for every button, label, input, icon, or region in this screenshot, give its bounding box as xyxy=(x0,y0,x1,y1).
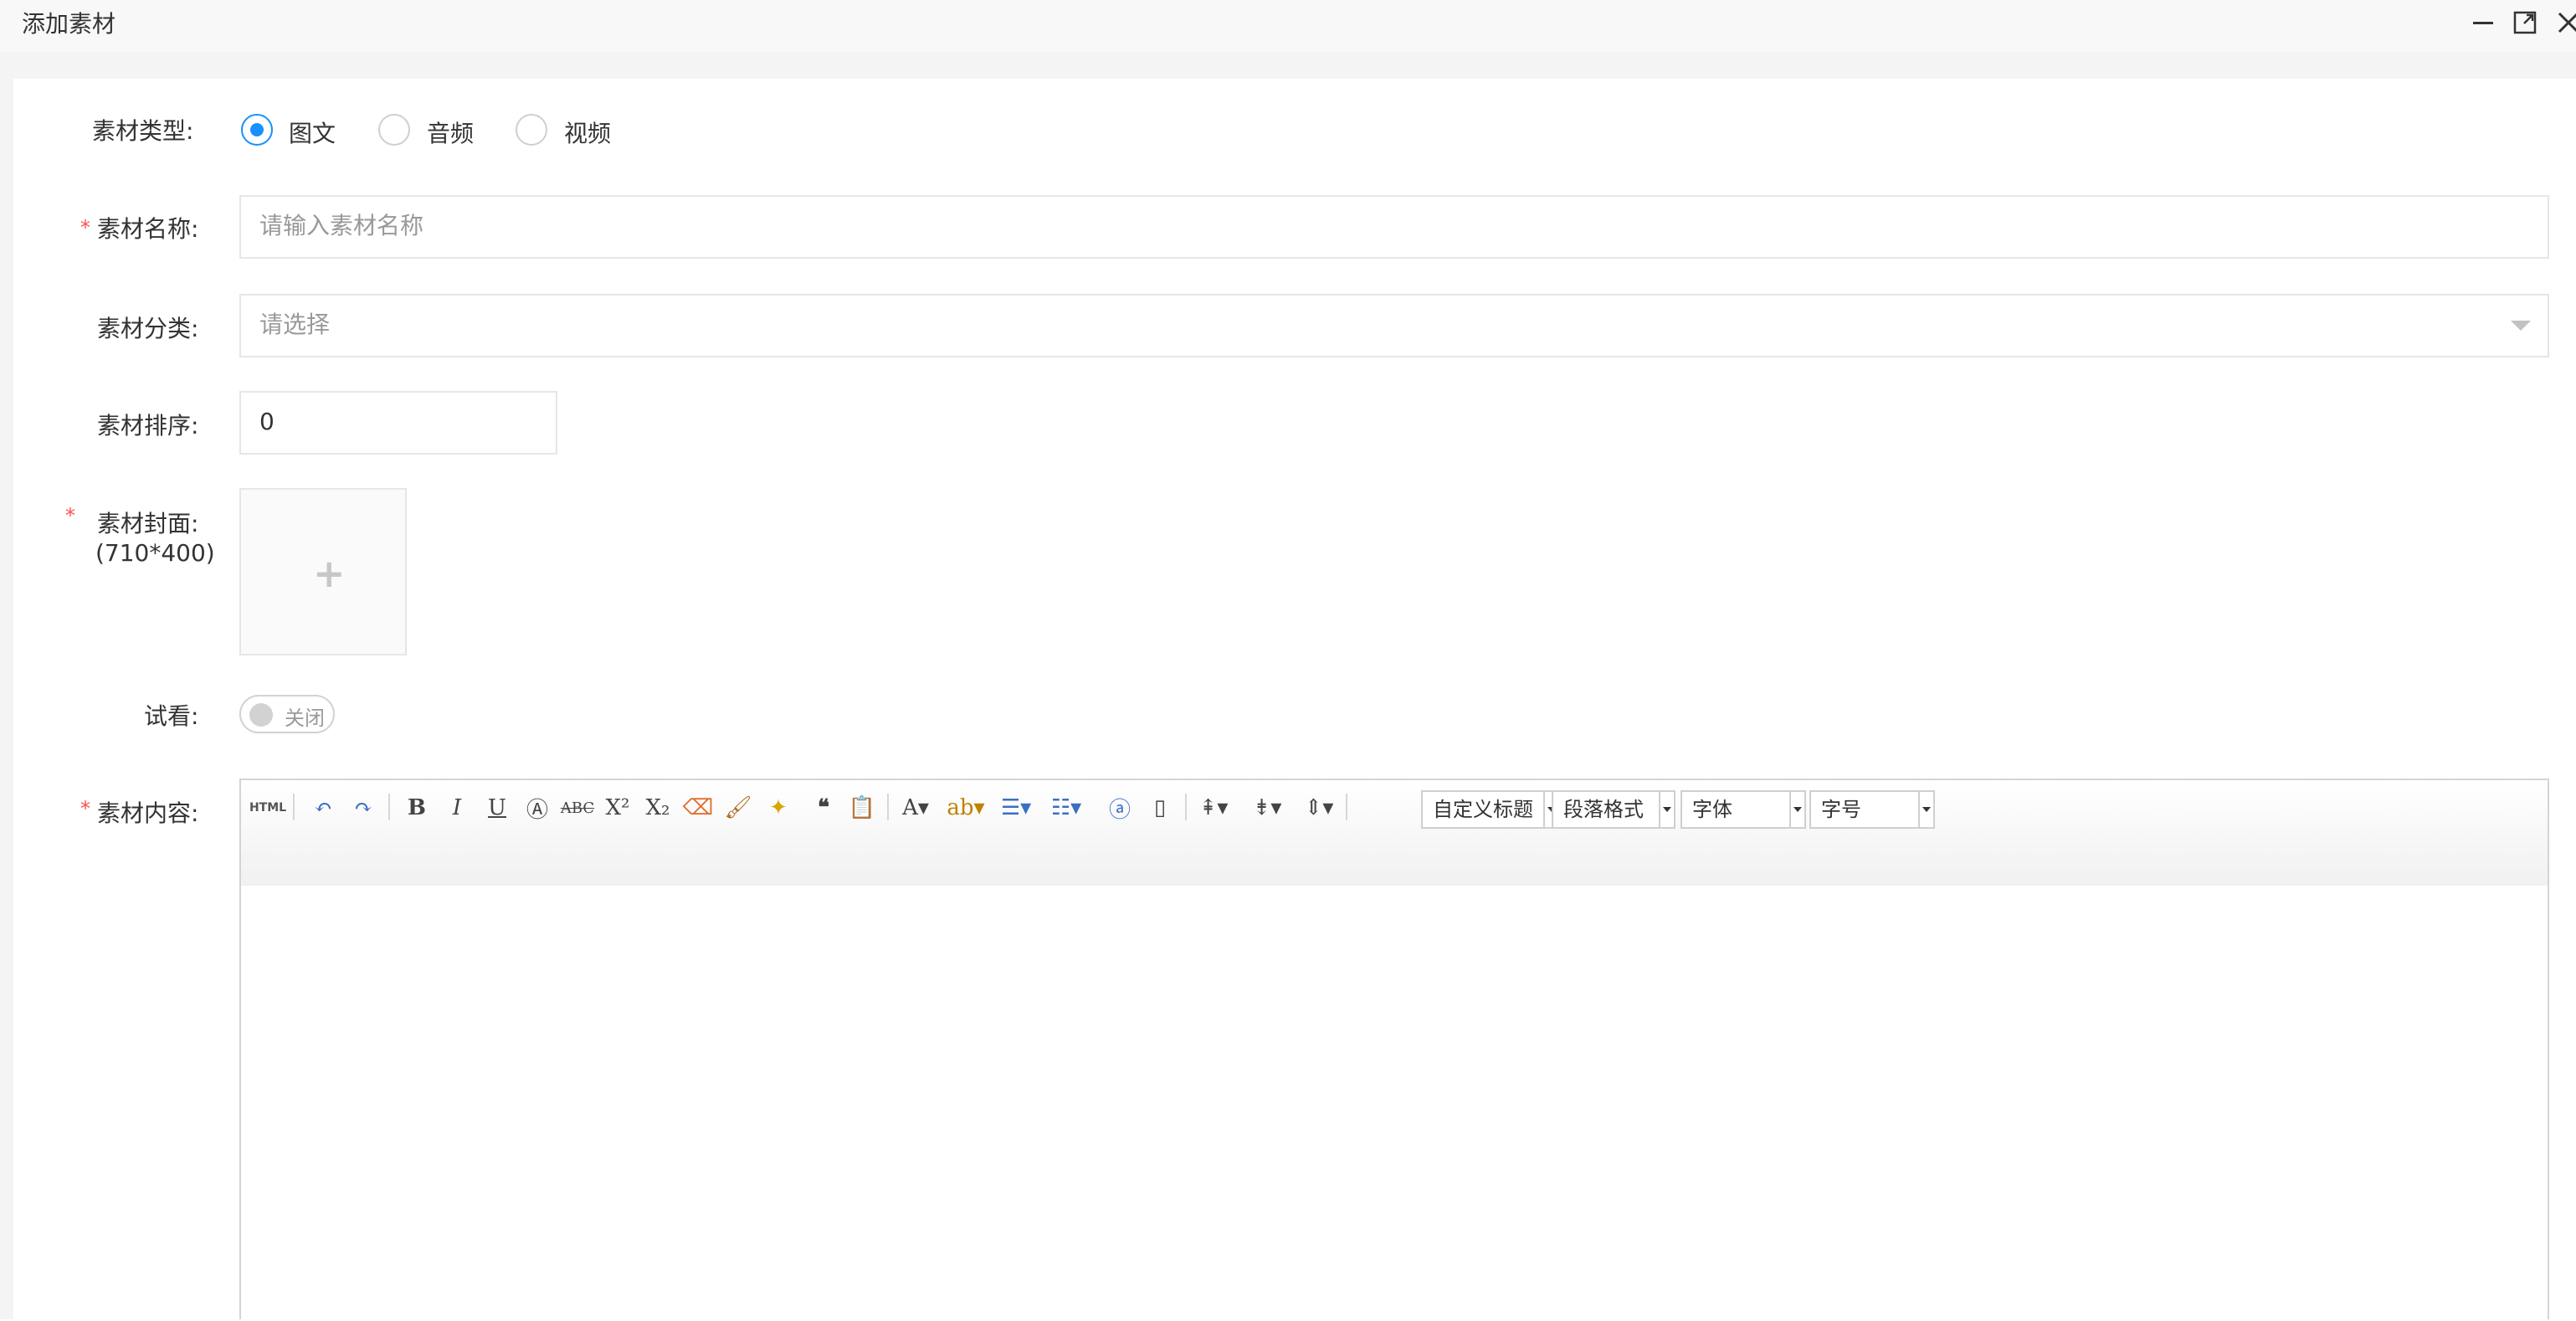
font-color-icon[interactable]: A▾ xyxy=(899,791,932,825)
type-label: 素材类型: xyxy=(92,117,194,145)
category-select[interactable]: 请选择 xyxy=(239,294,2549,357)
line-height-icon[interactable]: ⇕▾ xyxy=(1302,791,1336,825)
ordered-list-icon[interactable]: ☰▾ xyxy=(999,791,1033,825)
cover-size-hint: (710*400) xyxy=(95,539,215,567)
bold-icon[interactable]: B xyxy=(400,791,434,825)
name-input[interactable]: 请输入素材名称 xyxy=(239,195,2549,259)
unordered-list-icon[interactable]: ☷▾ xyxy=(1049,791,1083,825)
toolbar-separator xyxy=(293,794,295,820)
undo-icon[interactable]: ↶ xyxy=(306,791,340,825)
close-button[interactable] xyxy=(2556,10,2576,35)
strikethrough-icon[interactable]: ABC xyxy=(561,791,594,825)
paragraph-combo-arrow[interactable] xyxy=(1660,790,1675,829)
size-combo[interactable]: 字号 xyxy=(1809,790,1920,829)
type-radio-audio[interactable] xyxy=(378,114,410,146)
header-divider xyxy=(0,52,2576,79)
redo-icon[interactable]: ↷ xyxy=(346,791,380,825)
minimize-button[interactable] xyxy=(2471,10,2496,35)
font-combo-arrow[interactable] xyxy=(1791,790,1806,829)
row-spacing-bottom-icon[interactable]: ⇟▾ xyxy=(1250,791,1284,825)
paste-plain-icon[interactable]: 📋 xyxy=(845,791,879,825)
category-label: 素材分类: xyxy=(97,315,199,342)
blank-page-icon[interactable]: ▯ xyxy=(1143,791,1177,825)
row-spacing-top-icon[interactable]: ⇞▾ xyxy=(1197,791,1230,825)
toolbar-row-1: HTML ↶ ↷ B I U Ⓐ ABC X² X₂ ⌫ 🖌 ✦ ❝ 📋 A▾ … xyxy=(241,785,2548,830)
window-title: 添加素材 xyxy=(22,10,116,38)
toolbar-separator xyxy=(388,794,390,820)
title-bar: 添加素材 xyxy=(0,0,2576,52)
underline-icon[interactable]: U xyxy=(480,791,514,825)
minimize-icon xyxy=(2473,22,2493,24)
plus-icon: + xyxy=(313,551,346,596)
required-mark: * xyxy=(65,504,75,527)
html-button[interactable]: HTML xyxy=(249,791,286,825)
superscript-icon[interactable]: X² xyxy=(601,791,634,825)
type-option-audio[interactable]: 音频 xyxy=(427,116,474,149)
trial-label: 试看: xyxy=(144,702,199,730)
sort-input[interactable]: 0 xyxy=(239,391,557,455)
eraser-icon[interactable]: ⌫ xyxy=(681,791,715,825)
type-radio-text[interactable] xyxy=(241,114,273,146)
cover-label: 素材封面: xyxy=(97,510,199,537)
paragraph-combo[interactable]: 段落格式 xyxy=(1552,790,1660,829)
editor-toolbar: HTML ↶ ↷ B I U Ⓐ ABC X² X₂ ⌫ 🖌 ✦ ❝ 📋 A▾ … xyxy=(241,780,2548,887)
toolbar-separator xyxy=(1346,794,1347,820)
switch-state: 关闭 xyxy=(285,707,325,730)
maximize-button[interactable] xyxy=(2512,10,2538,35)
subscript-icon[interactable]: X₂ xyxy=(641,791,675,825)
close-icon xyxy=(2558,12,2576,33)
auto-format-icon[interactable]: ✦ xyxy=(762,791,795,825)
name-label: 素材名称: xyxy=(97,215,199,243)
maximize-icon xyxy=(2513,11,2537,34)
chevron-down-icon xyxy=(2511,321,2531,331)
type-option-video[interactable]: 视频 xyxy=(564,116,611,149)
size-combo-arrow[interactable] xyxy=(1920,790,1935,829)
font-border-icon[interactable]: Ⓐ xyxy=(521,791,554,825)
editor-content-area[interactable] xyxy=(241,886,2548,1321)
required-mark: * xyxy=(80,216,90,239)
required-mark: * xyxy=(80,797,90,820)
cover-upload[interactable]: + xyxy=(239,488,407,655)
heading-combo[interactable]: 自定义标题 xyxy=(1421,790,1545,829)
sort-label: 素材排序: xyxy=(97,412,199,439)
anchor-text-icon[interactable]: ⓐ xyxy=(1103,791,1137,825)
italic-icon[interactable]: I xyxy=(440,791,474,825)
type-option-text[interactable]: 图文 xyxy=(289,116,336,149)
toolbar-separator xyxy=(1185,794,1187,820)
highlight-color-icon[interactable]: ab▾ xyxy=(947,791,984,825)
type-radio-video[interactable] xyxy=(516,114,547,146)
quote-icon[interactable]: ❝ xyxy=(807,791,840,825)
rich-text-editor: HTML ↶ ↷ B I U Ⓐ ABC X² X₂ ⌫ 🖌 ✦ ❝ 📋 A▾ … xyxy=(239,779,2549,1321)
trial-switch[interactable]: 关闭 xyxy=(239,695,335,733)
content-label: 素材内容: xyxy=(97,799,199,827)
category-select-value: 请选择 xyxy=(259,311,331,338)
format-brush-icon[interactable]: 🖌 xyxy=(721,791,755,825)
toolbar-separator xyxy=(887,794,889,820)
font-combo[interactable]: 字体 xyxy=(1681,790,1791,829)
switch-knob xyxy=(249,703,273,727)
left-gutter xyxy=(0,52,13,1319)
